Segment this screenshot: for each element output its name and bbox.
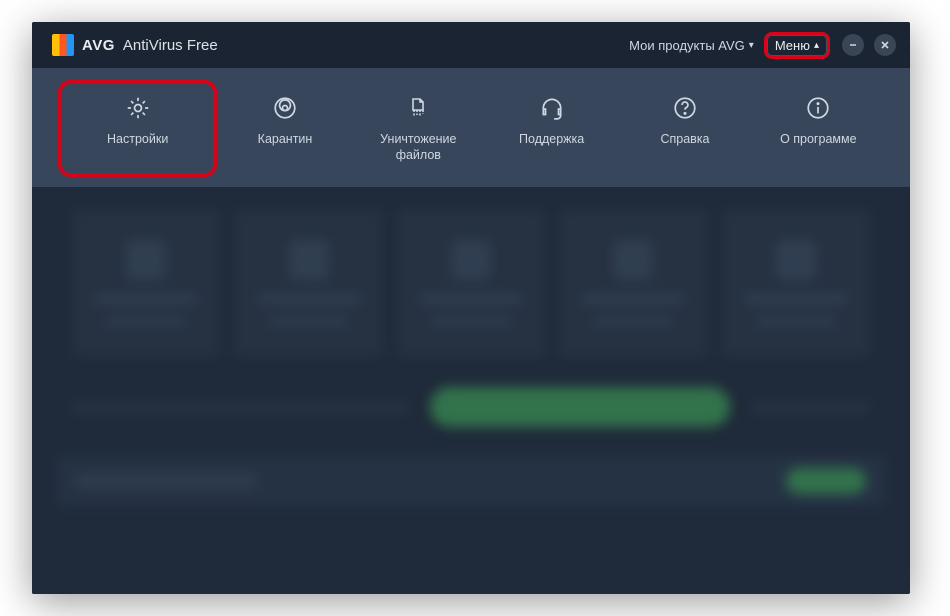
brand-name: AVG [82,37,115,54]
menu-item-label: О программе [780,132,856,148]
close-icon [880,40,890,50]
app-window: AVG AntiVirus Free Мои продукты AVG ▾ Ме… [32,22,910,594]
menu-item-label: Справка [660,132,709,148]
menu-button[interactable]: Меню ▴ [764,32,830,59]
headset-icon [538,94,566,122]
help-icon [671,94,699,122]
biohazard-icon [271,94,299,122]
menu-item-label: Поддержка [519,132,584,148]
main-content-blurred [32,187,910,594]
menu-item-about[interactable]: О программе [757,86,880,171]
shred-icon [404,94,432,122]
avg-logo-icon [52,34,74,56]
minimize-button[interactable] [842,34,864,56]
menu-item-support[interactable]: Поддержка [490,86,613,171]
menu-item-file-shredder[interactable]: Уничтожение файлов [357,86,480,171]
menu-item-label: Уничтожение файлов [361,132,476,163]
window-controls [842,34,896,56]
title-bar: AVG AntiVirus Free Мои продукты AVG ▾ Ме… [32,22,910,68]
menu-item-settings[interactable]: Настройки [58,80,217,177]
chevron-up-icon: ▴ [814,40,819,51]
my-products-label: Мои продукты AVG [629,38,745,53]
chevron-down-icon: ▾ [749,40,754,51]
menu-item-label: Карантин [258,132,313,148]
menu-item-help[interactable]: Справка [623,86,746,171]
info-icon [804,94,832,122]
menu-label: Меню [775,38,810,53]
minimize-icon [848,40,858,50]
close-button[interactable] [874,34,896,56]
menu-dropdown-panel: Настройки Карантин Уничтожение файлов По… [32,68,910,187]
my-products-link[interactable]: Мои продукты AVG ▾ [629,38,754,53]
gear-icon [124,94,152,122]
product-name: AntiVirus Free [123,37,218,54]
menu-item-quarantine[interactable]: Карантин [223,86,346,171]
blurred-background [42,197,900,584]
menu-item-label: Настройки [107,132,168,148]
app-logo: AVG AntiVirus Free [52,34,218,56]
